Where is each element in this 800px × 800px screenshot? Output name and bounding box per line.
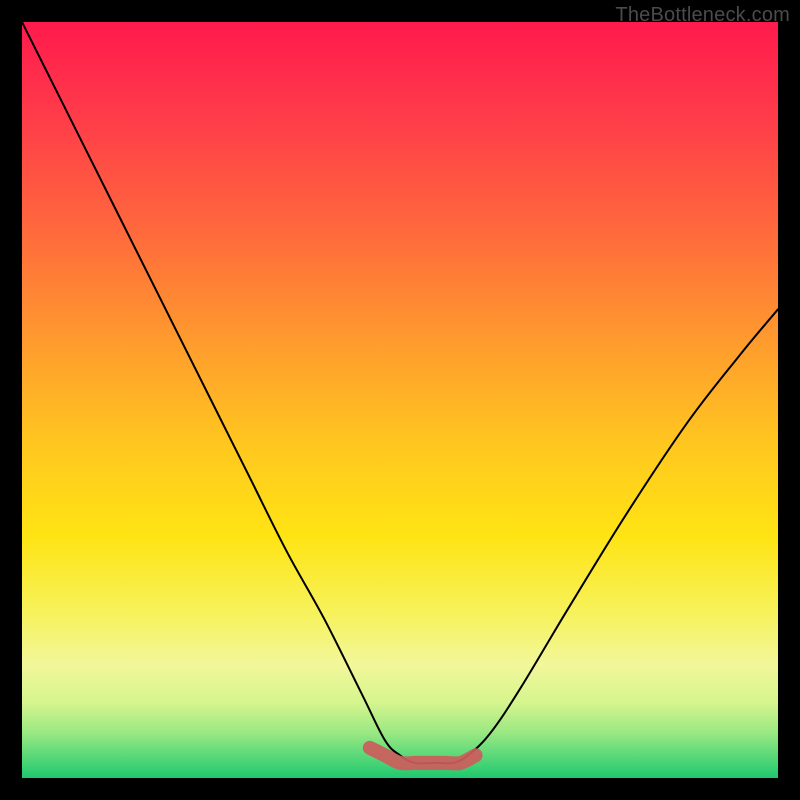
curve-layer	[22, 22, 778, 778]
watermark-text: TheBottleneck.com	[615, 4, 790, 27]
chart-frame: TheBottleneck.com	[0, 0, 800, 800]
bottleneck-curve	[22, 22, 778, 763]
plot-area	[22, 22, 778, 778]
bottom-marker	[370, 748, 476, 764]
